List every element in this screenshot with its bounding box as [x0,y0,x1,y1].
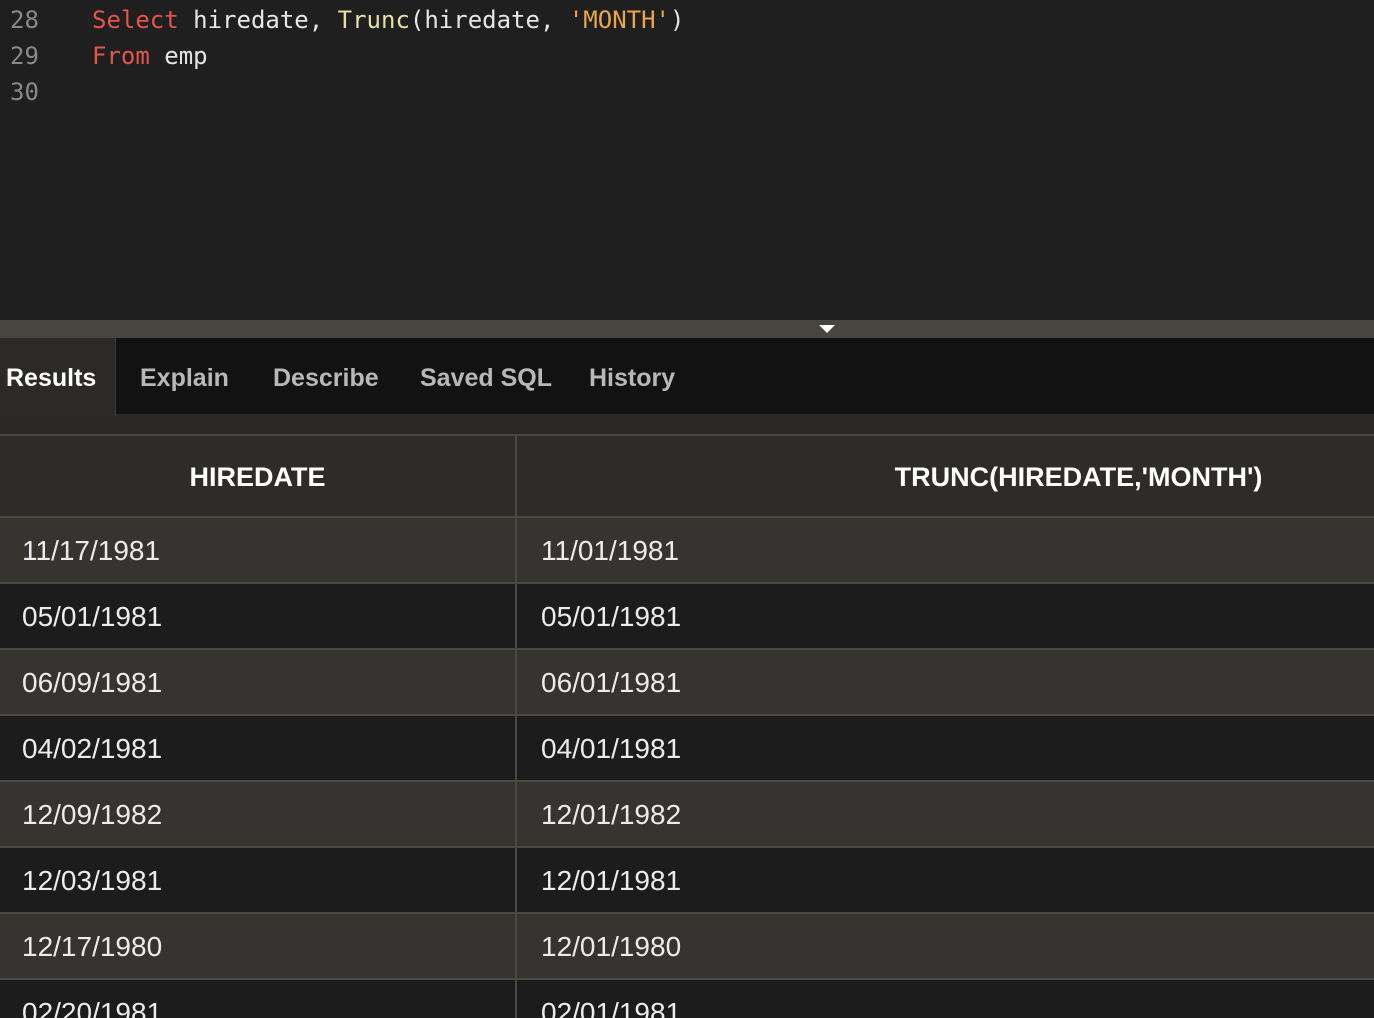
table-row[interactable]: 02/20/1981 02/01/1981 [0,980,1374,1018]
column-header-hiredate[interactable]: HIREDATE [0,436,515,516]
cell-hiredate[interactable]: 02/20/1981 [22,980,162,1018]
cell-hiredate[interactable]: 12/09/1982 [22,782,162,846]
pane-splitter[interactable] [0,320,1374,338]
code-token: Trunc [337,6,410,34]
results-toolbar-strip [0,416,1374,434]
table-row[interactable]: 06/09/1981 06/01/1981 [0,650,1374,716]
table-row[interactable]: 12/09/1982 12/01/1982 [0,782,1374,848]
cell-trunc-month[interactable]: 11/01/1981 [541,518,679,582]
tab-results[interactable]: Results [0,338,116,416]
cell-hiredate[interactable]: 04/02/1981 [22,716,162,780]
code-token: ) [670,6,685,34]
line-number: 30 [10,78,39,106]
code-token: 'MONTH' [568,6,671,34]
code-token: From [92,42,150,70]
tab-history[interactable]: History [589,338,675,416]
results-grid: HIREDATE TRUNC(HIREDATE,'MONTH') 11/17/1… [0,434,1374,1018]
cell-hiredate[interactable]: 12/03/1981 [22,848,162,912]
code-token: hiredate, [178,6,338,34]
cell-trunc-month[interactable]: 05/01/1981 [541,584,681,648]
table-row[interactable]: 12/03/1981 12/01/1981 [0,848,1374,914]
cell-trunc-month[interactable]: 12/01/1980 [541,914,681,978]
code-token: (hiredate, [409,6,569,34]
cell-trunc-month[interactable]: 06/01/1981 [541,650,681,714]
table-row[interactable]: 04/02/1981 04/01/1981 [0,716,1374,782]
code-token: Select [92,6,179,34]
code-text: Select hiredate, Trunc(hiredate, 'MONTH'… [92,2,684,38]
tab-saved-sql[interactable]: Saved SQL [420,338,552,416]
cell-hiredate[interactable]: 12/17/1980 [22,914,162,978]
table-row[interactable]: 11/17/1981 11/01/1981 [0,518,1374,584]
output-tabbar: Results Explain Describe Saved SQL Histo… [0,338,1374,416]
collapse-arrow-icon[interactable] [819,325,835,333]
cell-hiredate[interactable]: 06/09/1981 [22,650,162,714]
grid-header: HIREDATE TRUNC(HIREDATE,'MONTH') [0,436,1374,518]
code-token: emp [149,42,208,70]
cell-trunc-month[interactable]: 04/01/1981 [541,716,681,780]
tab-explain[interactable]: Explain [140,338,229,416]
cell-hiredate[interactable]: 11/17/1981 [22,518,160,582]
column-header-trunc-hiredate[interactable]: TRUNC(HIREDATE,'MONTH') [517,436,1374,516]
cell-hiredate[interactable]: 05/01/1981 [22,584,162,648]
cell-trunc-month[interactable]: 12/01/1981 [541,848,681,912]
line-number: 29 [10,42,39,70]
code-text: From emp [92,38,208,74]
column-divider[interactable] [515,436,517,1018]
table-row[interactable]: 05/01/1981 05/01/1981 [0,584,1374,650]
cell-trunc-month[interactable]: 12/01/1982 [541,782,681,846]
tab-describe[interactable]: Describe [273,338,379,416]
sql-editor[interactable]: 28 Select hiredate, Trunc(hiredate, 'MONT… [0,0,1374,320]
line-number: 28 [10,6,39,34]
cell-trunc-month[interactable]: 02/01/1981 [541,980,681,1018]
table-row[interactable]: 12/17/1980 12/01/1980 [0,914,1374,980]
